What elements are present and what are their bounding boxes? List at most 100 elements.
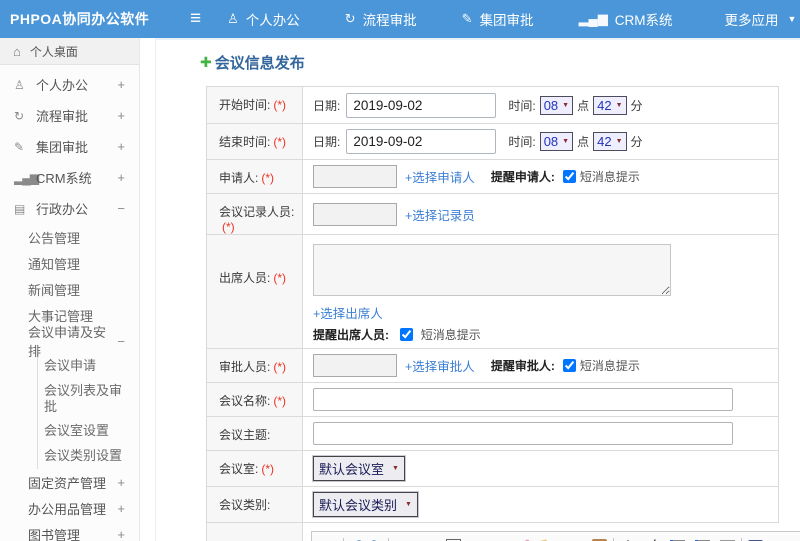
sidebar-item-library[interactable]: 图书管理 + [0, 521, 139, 541]
blockquote-icon[interactable]: 66 [575, 537, 590, 541]
main-content: ✚ 会议信息发布 开始时间:(*) 日期: 时间: 08 ▼ 点 42 [155, 38, 800, 541]
sidebar-item-crm-system[interactable]: ▂▄▆ CRM系统 + [0, 162, 139, 193]
sidebar-item-label: 个人桌面 [29, 44, 78, 59]
end-date-input[interactable] [346, 129, 497, 154]
sidebar-item-announcement[interactable]: 公告管理 [0, 224, 139, 250]
field-label: 会议室: [219, 462, 259, 476]
sidebar-item-personal-office[interactable]: ♙ 个人办公 + [0, 69, 139, 100]
field-label: 会议名称: [219, 394, 271, 408]
undo-icon[interactable]: ↶ [350, 537, 365, 541]
underline-icon[interactable]: U [429, 537, 444, 541]
expand-toggle[interactable]: + [117, 139, 125, 154]
row-editor: HTML ↶ ↷ B [207, 523, 800, 541]
expand-toggle[interactable]: + [117, 475, 125, 490]
sidebar-item-admin-office[interactable]: ▤ 行政办公 − [0, 193, 139, 224]
sms-notice-label: 短消息提示 [579, 359, 640, 373]
sidebar-item-news[interactable]: 新闻管理 [0, 276, 139, 302]
sidebar-item-meeting-list-approval[interactable]: 会议列表及审批 [38, 379, 139, 419]
subscript-icon[interactable]: X₂ [499, 537, 514, 541]
hour-unit: 点 [577, 135, 590, 149]
sms-notice-label: 短消息提示 [579, 170, 640, 184]
nav-item-icon: ↻ [344, 11, 356, 26]
applicant-input[interactable] [313, 165, 397, 188]
expand-toggle[interactable]: − [117, 334, 125, 349]
select-recorder-link[interactable]: +选择记录员 [405, 205, 475, 224]
app-logo: PHPOA协同办公软件 [10, 11, 150, 27]
sidebar-item-meeting-room-setting[interactable]: 会议室设置 [38, 419, 139, 444]
sidebar-item-label: 固定资产管理 [28, 475, 107, 491]
sidebar-item-meeting-category-setting[interactable]: 会议类别设置 [38, 444, 139, 469]
row-meeting-topic: 会议主题: [207, 417, 778, 451]
end-hour-value: 08 [543, 134, 559, 149]
field-label: 申请人: [219, 171, 259, 185]
row-applicant: 申请人: (*) +选择申请人 提醒申请人: 短消息提示 [207, 160, 778, 194]
meeting-category-select[interactable]: 默认会议类别 ▼ [313, 492, 418, 517]
sidebar-gutter [140, 38, 155, 541]
date-label: 日期: [313, 135, 341, 149]
sidebar-item-label: 行政办公 [36, 202, 89, 217]
approver-input[interactable] [313, 354, 397, 377]
nav-item-icon: ✎ [461, 11, 473, 26]
sidebar-item-label: CRM系统 [36, 171, 92, 186]
expand-toggle[interactable]: + [117, 108, 125, 123]
start-hour-select[interactable]: 08 ▼ [539, 95, 574, 115]
expand-toggle[interactable]: + [117, 527, 125, 541]
top-nav: ♙ 个人办公 ↻ 流程审批 ✎ 集团审批 ▂▄▆ CRM系统 更多应用 ▼ [227, 9, 796, 29]
expand-toggle[interactable]: + [117, 77, 125, 92]
redo-icon[interactable]: ↷ [367, 537, 382, 541]
attendees-sms-checkbox[interactable] [400, 328, 414, 341]
end-minute-value: 42 [597, 134, 612, 149]
menu-toggle-icon[interactable]: ≡ [190, 8, 201, 30]
html-source-icon[interactable]: HTML [316, 537, 337, 541]
end-minute-select[interactable]: 42 ▼ [593, 132, 627, 151]
sidebar-item-label: 图书管理 [28, 527, 81, 541]
sidebar-item-label: 新闻管理 [28, 282, 81, 298]
applicant-sms-checkbox[interactable] [562, 170, 576, 183]
field-label: 会议类别: [219, 498, 271, 512]
sidebar-item-office-supplies[interactable]: 办公用品管理 + [0, 495, 139, 521]
select-attendees-link[interactable]: +选择出席人 [313, 307, 383, 321]
expand-toggle[interactable]: − [117, 201, 125, 216]
expand-toggle[interactable]: + [117, 501, 125, 516]
start-minute-value: 42 [597, 97, 612, 113]
sidebar-item-personal-desktop[interactable]: ⌂ 个人桌面 [0, 38, 139, 65]
start-minute-select[interactable]: 42 ▼ [593, 95, 627, 115]
select-applicant-link[interactable]: +选择申请人 [405, 167, 475, 186]
nav-item-icon: ▂▄▆ [578, 11, 608, 26]
meeting-name-input[interactable] [313, 388, 733, 411]
editor-toolbar: HTML ↶ ↷ B [312, 532, 800, 541]
sidebar-item-label: 通知管理 [28, 256, 81, 272]
sidebar-item-notice[interactable]: 通知管理 [0, 250, 139, 276]
sidebar-item-process-approval[interactable]: ↻ 流程审批 + [0, 100, 139, 131]
nav-process-approval[interactable]: ↻ 流程审批 [345, 9, 426, 29]
nav-item-label: 更多应用 [724, 13, 779, 28]
sidebar-item-fixed-assets[interactable]: 固定资产管理 + [0, 469, 139, 495]
approver-sms-checkbox[interactable] [562, 359, 576, 372]
strikethrough-icon[interactable]: ABC [463, 537, 480, 541]
end-hour-select[interactable]: 08 ▼ [539, 132, 574, 151]
meeting-topic-input[interactable] [313, 422, 733, 445]
expand-toggle[interactable]: + [117, 170, 125, 185]
recorder-input[interactable] [313, 202, 397, 226]
row-end-time: 结束时间:(*) 日期: 时间: 08 ▼ 点 42 ▼ 分 [207, 124, 778, 160]
meeting-room-select[interactable]: 默认会议室 ▼ [313, 456, 405, 481]
meeting-form: 开始时间:(*) 日期: 时间: 08 ▼ 点 42 ▼ 分 [206, 86, 800, 541]
start-date-input[interactable] [346, 92, 497, 118]
italic-icon[interactable]: I [412, 537, 427, 541]
nav-crm-system[interactable]: ▂▄▆ CRM系统 [579, 9, 682, 29]
select-approver-link[interactable]: +选择审批人 [405, 356, 475, 375]
sidebar-item-meeting-request[interactable]: 会议申请及安排 − [0, 325, 139, 359]
bold-icon[interactable]: B [395, 537, 410, 541]
required-mark: (*) [273, 271, 287, 285]
superscript-icon[interactable]: X² [482, 537, 497, 541]
chevron-down-icon: ▼ [392, 465, 399, 472]
nav-personal-office[interactable]: ♙ 个人办公 [227, 9, 309, 29]
attendees-textarea[interactable] [313, 244, 671, 296]
sidebar-item-meeting-apply[interactable]: 会议申请 [38, 354, 139, 379]
sidebar-item-group-approval[interactable]: ✎ 集团审批 + [0, 131, 139, 162]
row-approver: 审批人员: (*) +选择审批人 提醒审批人: 短消息提示 [207, 349, 778, 383]
nav-group-approval[interactable]: ✎ 集团审批 [462, 9, 543, 29]
font-color-icon[interactable]: A [620, 537, 635, 541]
date-label: 日期: [313, 98, 341, 113]
nav-more-apps[interactable]: 更多应用 ▼ [718, 9, 797, 29]
